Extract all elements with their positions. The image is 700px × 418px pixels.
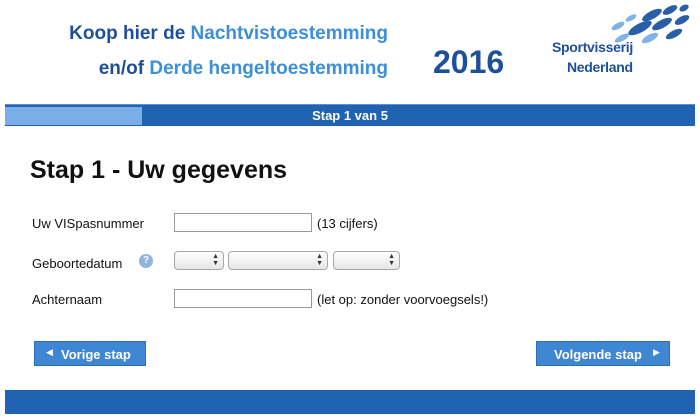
header-line1-highlight: Nachtvistoestemming: [190, 23, 388, 44]
select-arrows-icon: ▲ ▼: [388, 253, 395, 267]
birthdate-month-select[interactable]: ▲ ▼: [228, 251, 328, 270]
header-line2-prefix: en/of: [98, 58, 150, 79]
progress-bar: Stap 1 van 5: [5, 104, 695, 126]
logo-text-line-1: Sportvisserij: [552, 39, 633, 55]
lastname-label: Achternaam: [32, 292, 103, 307]
select-arrows-icon: ▲ ▼: [212, 253, 219, 267]
birthdate-label: Geboortedatum: [32, 256, 123, 271]
triangle-left-icon: ◀: [46, 347, 53, 357]
lastname-input[interactable]: [174, 289, 312, 308]
footer-bar: [5, 390, 695, 414]
prev-step-label: Vorige stap: [61, 347, 131, 362]
vispas-hint: (13 cijfers): [317, 216, 378, 231]
progress-label: Stap 1 van 5: [312, 108, 388, 123]
header-title-line-2: en/of Derde hengeltoestemming: [99, 58, 388, 80]
birthdate-year-select[interactable]: ▲ ▼: [333, 251, 400, 270]
question-icon[interactable]: ?: [139, 254, 153, 268]
select-arrows-icon: ▲ ▼: [316, 253, 323, 267]
page-title: Stap 1 - Uw gegevens: [30, 156, 288, 184]
next-step-label: Volgende stap: [554, 347, 642, 362]
header-title-line-1: Koop hier de Nachtvistoestemming: [69, 23, 388, 45]
prev-step-button[interactable]: ◀ Vorige stap: [34, 341, 146, 366]
lastname-hint: (let op: zonder voorvoegsels!): [317, 292, 489, 307]
page-header: Koop hier de Nachtvistoestemming en/of D…: [0, 0, 700, 100]
vispas-label: Uw VISpasnummer: [32, 216, 144, 231]
birthdate-day-select[interactable]: ▲ ▼: [174, 251, 224, 270]
triangle-right-icon: ▶: [653, 347, 660, 357]
next-step-button[interactable]: Volgende stap ▶: [536, 341, 670, 366]
logo-text-line-2: Nederland: [567, 59, 633, 75]
header-line1-prefix: Koop hier de: [69, 23, 191, 44]
header-year: 2016: [433, 44, 505, 80]
header-line2-highlight: Derde hengeltoestemming: [149, 58, 388, 79]
vispas-input[interactable]: [174, 213, 312, 232]
